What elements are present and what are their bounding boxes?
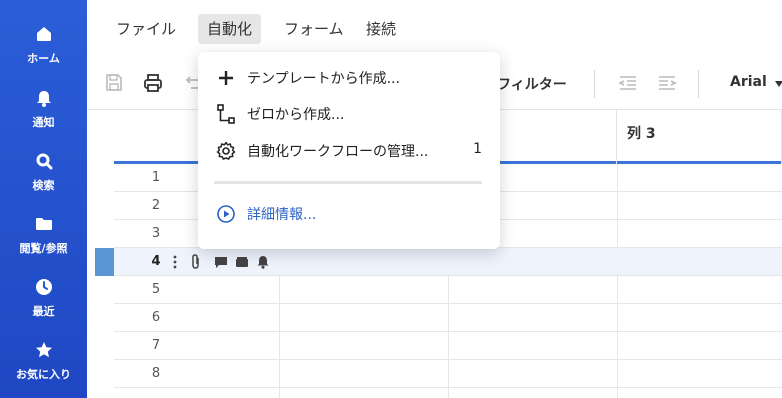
sidebar-item-home[interactable]: ホーム bbox=[0, 20, 87, 78]
chevron-down-icon[interactable] bbox=[775, 81, 782, 87]
workflow-icon bbox=[217, 104, 235, 124]
home-icon bbox=[36, 27, 51, 41]
menu-item-label: 詳細情報... bbox=[247, 207, 317, 223]
proof-icon[interactable] bbox=[235, 256, 249, 268]
row-number: 1 bbox=[151, 170, 161, 185]
bell-icon bbox=[36, 91, 51, 107]
table-row-selected[interactable]: 4 bbox=[114, 248, 782, 276]
menu-item-label: 自動化ワークフローの管理... bbox=[247, 144, 429, 160]
row-number: 2 bbox=[151, 198, 161, 213]
column-header-3[interactable]: 列 3 bbox=[617, 110, 782, 164]
sidebar-item-label: お気に入り bbox=[16, 368, 71, 381]
clock-icon bbox=[35, 279, 52, 295]
menu-bar: ファイル 自動化 フォーム 接続 bbox=[87, 0, 782, 58]
row-number: 6 bbox=[151, 310, 161, 325]
learn-more-item[interactable]: 詳細情報... bbox=[198, 196, 500, 232]
font-select[interactable]: Arial bbox=[730, 74, 767, 90]
reminder-bell-icon[interactable] bbox=[257, 255, 269, 269]
row-number: 3 bbox=[151, 226, 161, 241]
toolbar-divider bbox=[698, 70, 699, 98]
menu-item-label: ゼロから作成... bbox=[247, 107, 345, 123]
plus-icon bbox=[219, 71, 233, 85]
sidebar-item-favorites[interactable]: お気に入り bbox=[0, 336, 87, 394]
row-number: 8 bbox=[151, 366, 161, 381]
gear-icon bbox=[216, 141, 236, 160]
row-number: 4 bbox=[151, 254, 161, 269]
menu-file[interactable]: ファイル bbox=[107, 14, 185, 44]
table-row[interactable]: 7 bbox=[114, 332, 782, 360]
play-circle-icon bbox=[217, 205, 235, 223]
sidebar-item-label: ホーム bbox=[27, 52, 60, 65]
sidebar-item-browse[interactable]: 閲覧/参照 bbox=[0, 210, 87, 268]
sidebar-item-notifications[interactable]: 通知 bbox=[0, 84, 87, 142]
folder-icon bbox=[35, 218, 52, 230]
attachment-icon[interactable] bbox=[190, 254, 202, 270]
table-row[interactable]: 8 bbox=[114, 360, 782, 388]
workflow-count: 1 bbox=[473, 141, 482, 157]
save-icon[interactable] bbox=[103, 72, 125, 94]
sidebar: ホーム 通知 検索 閲覧/参照 最近 お気に入り bbox=[0, 0, 87, 398]
comment-icon[interactable] bbox=[214, 256, 228, 269]
print-icon[interactable] bbox=[142, 72, 164, 94]
sidebar-item-search[interactable]: 検索 bbox=[0, 147, 87, 205]
table-row[interactable]: 5 bbox=[114, 276, 782, 304]
create-from-scratch-item[interactable]: ゼロから作成... bbox=[198, 96, 500, 132]
sidebar-item-recent[interactable]: 最近 bbox=[0, 273, 87, 331]
indent-icon[interactable] bbox=[656, 72, 678, 94]
sidebar-item-label: 最近 bbox=[32, 305, 55, 318]
menu-form[interactable]: フォーム bbox=[275, 14, 353, 44]
search-icon bbox=[36, 153, 52, 170]
menu-automation[interactable]: 自動化 bbox=[198, 14, 262, 44]
menu-divider bbox=[214, 181, 482, 184]
menu-item-label: テンプレートから作成... bbox=[247, 71, 400, 87]
automation-dropdown: テンプレートから作成... ゼロから作成... 自動化ワークフローの管理... … bbox=[198, 52, 500, 249]
sidebar-item-label: 通知 bbox=[32, 116, 55, 129]
manage-workflows-item[interactable]: 自動化ワークフローの管理... 1 bbox=[198, 133, 500, 169]
row-number: 7 bbox=[151, 338, 161, 353]
sidebar-item-label: 検索 bbox=[32, 179, 55, 192]
table-row[interactable]: 6 bbox=[114, 304, 782, 332]
star-icon bbox=[35, 342, 52, 358]
more-options-icon[interactable] bbox=[172, 255, 178, 269]
column-label: 列 3 bbox=[627, 126, 656, 142]
row-selection-marker bbox=[95, 248, 114, 276]
menu-connect[interactable]: 接続 bbox=[357, 14, 405, 44]
row-number: 5 bbox=[151, 282, 161, 297]
create-from-template-item[interactable]: テンプレートから作成... bbox=[198, 60, 500, 96]
filter-button[interactable]: フィルター bbox=[497, 74, 567, 94]
toolbar-divider bbox=[594, 70, 595, 98]
sidebar-item-label: 閲覧/参照 bbox=[19, 242, 68, 255]
outdent-icon[interactable] bbox=[617, 72, 639, 94]
